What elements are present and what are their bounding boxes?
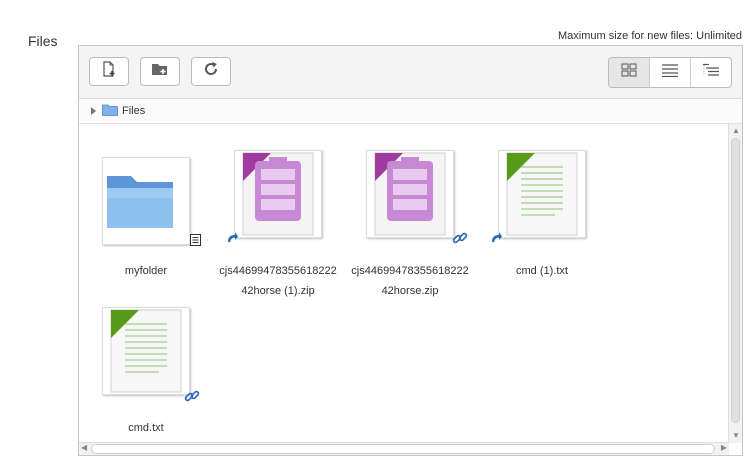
tree-view-icon <box>703 63 719 82</box>
link-icon <box>184 388 200 409</box>
refresh-button[interactable] <box>191 57 231 86</box>
view-switcher <box>608 57 732 88</box>
txt-thumbnail <box>102 307 190 395</box>
file-manager-toolbar <box>79 46 742 99</box>
scroll-down-icon[interactable]: ▼ <box>732 431 740 441</box>
file-item-txt-copy[interactable]: cmd (1).txt <box>482 150 602 300</box>
max-size-note: Maximum size for new files: Unlimited <box>558 30 742 42</box>
file-name: cjs4469947835561822242horse.zip <box>351 265 469 297</box>
horizontal-scroll-thumb[interactable] <box>91 444 715 454</box>
vertical-scroll-thumb[interactable] <box>731 138 740 423</box>
view-details-button[interactable] <box>649 58 690 87</box>
file-grid: myfolder cjs4469947835561822242horse (1)… <box>79 124 742 443</box>
file-item-zip-copy[interactable]: cjs4469947835561822242horse (1).zip <box>218 150 338 300</box>
file-item-txt[interactable]: cmd.txt <box>86 307 206 443</box>
file-name: myfolder <box>124 265 168 277</box>
vertical-scrollbar[interactable]: ▲ ▼ <box>728 124 742 443</box>
scroll-left-icon[interactable]: ◀ <box>81 443 87 453</box>
zip-thumbnail <box>366 150 454 238</box>
view-icons-button[interactable] <box>609 58 649 87</box>
text-file-icon <box>506 152 578 236</box>
files-field-label: Files <box>28 33 58 49</box>
document-icon <box>190 233 201 251</box>
list-view-icon <box>662 63 678 82</box>
breadcrumb-item-files[interactable]: Files <box>122 105 145 117</box>
add-file-button[interactable] <box>89 57 129 86</box>
folder-thumbnail <box>102 157 190 245</box>
add-file-icon <box>100 60 118 83</box>
alias-arrow-icon <box>490 230 502 248</box>
file-item-zip[interactable]: cjs4469947835561822242horse.zip <box>350 150 470 300</box>
file-name: cjs4469947835561822242horse (1).zip <box>219 265 337 297</box>
expand-arrow-icon[interactable] <box>91 107 96 115</box>
file-item-myfolder[interactable]: myfolder <box>86 157 206 297</box>
create-folder-button[interactable] <box>140 57 180 86</box>
file-manager: Files myfolder cjs4469947835561822242hor… <box>78 45 743 456</box>
text-file-icon <box>110 309 182 393</box>
folder-icon <box>107 176 173 228</box>
file-name: cmd.txt <box>128 422 164 434</box>
refresh-icon <box>202 60 220 83</box>
zip-archive-icon <box>374 152 446 236</box>
scroll-right-icon[interactable]: ▶ <box>721 443 727 453</box>
horizontal-scrollbar[interactable]: ◀ ▶ <box>79 442 729 455</box>
zip-archive-icon <box>242 152 314 236</box>
txt-thumbnail <box>498 150 586 238</box>
folder-icon <box>102 104 118 119</box>
scroll-up-icon[interactable]: ▲ <box>732 126 740 136</box>
breadcrumb: Files <box>79 99 742 124</box>
view-tree-button[interactable] <box>690 58 731 87</box>
file-name: cmd (1).txt <box>516 265 568 277</box>
zip-thumbnail <box>234 150 322 238</box>
alias-arrow-icon <box>226 230 238 248</box>
add-folder-icon <box>151 60 169 83</box>
grid-view-icon <box>621 63 637 82</box>
link-icon <box>452 230 468 251</box>
